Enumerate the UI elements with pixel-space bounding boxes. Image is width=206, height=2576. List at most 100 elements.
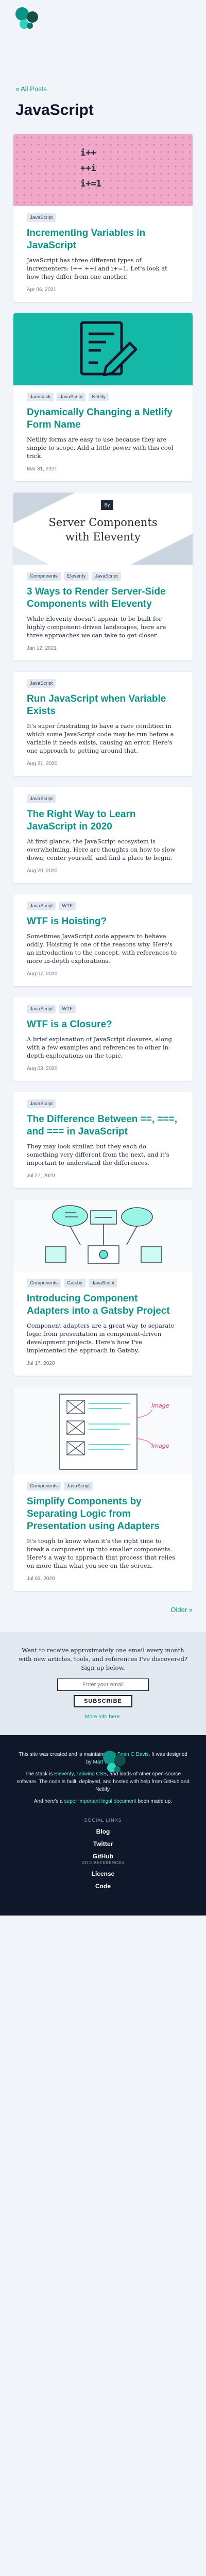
post-card[interactable]: JavaScript Run JavaScript when Variable … (13, 672, 193, 776)
post-card[interactable]: JavaScript WTF WTF is a Closure? A brief… (13, 997, 193, 1081)
post-title[interactable]: Introducing Component Adapters into a Ga… (27, 1293, 179, 1317)
post-image-eleventy[interactable]: By Server Components with Eleventy (13, 493, 193, 565)
tag-list: JavaScript WTF (27, 902, 179, 910)
tag[interactable]: JavaScript (27, 794, 56, 803)
post-excerpt: It's super frustrating to have a race co… (27, 722, 174, 754)
tag[interactable]: JavaScript (27, 1099, 56, 1108)
post-image-simplify-sketch[interactable]: Image Image (13, 1387, 193, 1475)
tag-list: JavaScript (27, 794, 179, 803)
tag[interactable]: Components (27, 1482, 61, 1490)
footer-link-github[interactable]: GitHub (15, 1853, 191, 1860)
footer-stack: The stack is Eleventy, Tailwind CSS, and… (16, 1771, 190, 1792)
post-date: Aug 07, 2020 (27, 971, 58, 977)
newsletter-section: Want to receive approximately one email … (0, 1632, 206, 1735)
post-card[interactable]: JavaScript WTF WTF is Hoisting? Sometime… (13, 894, 193, 986)
by-badge: By (101, 500, 113, 510)
tag[interactable]: WTF (59, 1005, 76, 1013)
footer-stack-text: The stack is (25, 1771, 55, 1777)
post-excerpt: Component adapters are a great way to se… (27, 1322, 175, 1354)
post-title[interactable]: The Difference Between ==, ===, and === … (27, 1113, 179, 1138)
post-card[interactable]: JavaScript The Difference Between ==, ==… (13, 1092, 193, 1188)
tag-list: Components Gatsby JavaScript (27, 1279, 179, 1287)
newsletter-info-link[interactable]: More info here. (15, 1714, 191, 1720)
post-title[interactable]: WTF is Hoisting? (27, 916, 179, 928)
post-title[interactable]: Dynamically Changing a Netlify Form Name (27, 406, 179, 431)
sketch-image-label: Image (151, 1443, 169, 1449)
post-title[interactable]: The Right Way to Learn JavaScript in 202… (27, 808, 179, 833)
eleventy-link[interactable]: Eleventy (54, 1771, 74, 1777)
page-title: JavaScript (15, 101, 94, 118)
post-title[interactable]: WTF is a Closure? (27, 1019, 179, 1031)
tag-list: JavaScript (27, 679, 179, 688)
footer-legal-text: And here's a (33, 1799, 64, 1804)
post-date: Apr 06, 2021 (27, 287, 57, 293)
post-excerpt: Sometimes JavaScript code appears to beh… (27, 933, 177, 964)
footer-link-code[interactable]: Code (15, 1883, 191, 1890)
post-date: Jul 27, 2020 (27, 1173, 55, 1179)
page-hero: « All Posts JavaScript (0, 57, 206, 134)
footer-nav: SOCIAL LINKS Blog Twitter GitHub SITE RE… (15, 1818, 191, 1890)
older-posts-link[interactable]: Older » (170, 1606, 193, 1614)
post-title[interactable]: Incrementing Variables in JavaScript (27, 227, 179, 252)
all-posts-link[interactable]: « All Posts (15, 85, 47, 93)
tag-list: Jamstack JavaScript Netlify (27, 393, 179, 401)
tag[interactable]: JavaScript (27, 679, 56, 688)
post-image-code: i++ ++i i+=1 (80, 148, 101, 189)
tag[interactable]: Gatsby (63, 1279, 85, 1287)
post-excerpt: It's tough to know when it's the right t… (27, 1537, 175, 1569)
post-card[interactable]: i++ ++i i+=1 JavaScript Incrementing Var… (13, 134, 193, 302)
post-excerpt: A brief explanation of JavaScript closur… (27, 1036, 172, 1059)
post-image-adapters-sketch[interactable] (13, 1199, 193, 1272)
tag-list: JavaScript WTF (27, 1005, 179, 1013)
tag[interactable]: Eleventy (63, 572, 89, 581)
tag[interactable]: Jamstack (27, 393, 54, 401)
email-field[interactable] (57, 1679, 149, 1691)
tag[interactable]: Components (27, 1279, 61, 1287)
tag-list: Components Eleventy JavaScript (27, 572, 179, 581)
tag[interactable]: Netlify (89, 393, 109, 401)
adapter-sketch-illustration (45, 1205, 162, 1264)
post-date: Jul 03, 2020 (27, 1576, 55, 1582)
post-card[interactable]: Jamstack JavaScript Netlify Dynamically … (13, 313, 193, 481)
legal-link[interactable]: super important legal document (64, 1799, 136, 1804)
tag[interactable]: Components (27, 572, 61, 581)
footer-link-blog[interactable]: Blog (15, 1828, 191, 1835)
post-card[interactable]: JavaScript The Right Way to Learn JavaSc… (13, 787, 193, 883)
post-excerpt: JavaScript has three different types of … (27, 257, 167, 280)
subscribe-button[interactable]: SUBSCRIBE (74, 1695, 132, 1707)
post-card[interactable]: By Server Components with Eleventy Compo… (13, 493, 193, 660)
post-excerpt: While Eleventy doesn't appear to be buil… (27, 615, 166, 639)
post-card[interactable]: Components Gatsby JavaScript Introducing… (13, 1199, 193, 1376)
newsletter-text: Want to receive approximately one email … (18, 1647, 188, 1671)
tag[interactable]: WTF (59, 902, 76, 910)
footer-link-license[interactable]: License (15, 1870, 191, 1877)
post-title[interactable]: Run JavaScript when Variable Exists (27, 693, 179, 718)
pagination: Older » (0, 1602, 206, 1632)
tag-list: JavaScript (27, 213, 179, 222)
post-date: Mar 31, 2021 (27, 466, 57, 472)
footer-legal-text: been made up. (136, 1799, 173, 1804)
tag[interactable]: JavaScript (88, 1279, 118, 1287)
post-card[interactable]: Image Image Components JavaScript Simpli… (13, 1387, 193, 1591)
post-title[interactable]: Simplify Components by Separating Logic … (27, 1496, 179, 1533)
footer-link-twitter[interactable]: Twitter (15, 1840, 191, 1848)
sketch-image-label: Image (151, 1402, 169, 1409)
form-pencil-icon (80, 321, 138, 377)
tag[interactable]: JavaScript (27, 902, 56, 910)
tag[interactable]: JavaScript (57, 393, 86, 401)
post-date: Aug 20, 2020 (27, 868, 58, 874)
post-excerpt: At first glance, the JavaScript ecosyste… (27, 838, 176, 861)
post-list: i++ ++i i+=1 JavaScript Incrementing Var… (0, 134, 206, 1591)
post-title[interactable]: 3 Ways to Render Server-Side Components … (27, 586, 179, 611)
tag[interactable]: JavaScript (92, 572, 121, 581)
tag[interactable]: JavaScript (27, 1005, 56, 1013)
tailwind-link[interactable]: Tailwind CSS (76, 1771, 107, 1777)
post-image-netlify-form[interactable] (13, 313, 193, 385)
post-excerpt: Netlify forms are easy to use because th… (27, 436, 174, 460)
post-image-increment[interactable]: i++ ++i i+=1 (13, 134, 193, 206)
post-date: Aug 21, 2020 (27, 761, 58, 767)
site-references-label: SITE REFERENCES (82, 1860, 124, 1865)
post-date: Aug 03, 2020 (27, 1066, 58, 1072)
tag[interactable]: JavaScript (63, 1482, 93, 1490)
tag[interactable]: JavaScript (27, 213, 56, 222)
